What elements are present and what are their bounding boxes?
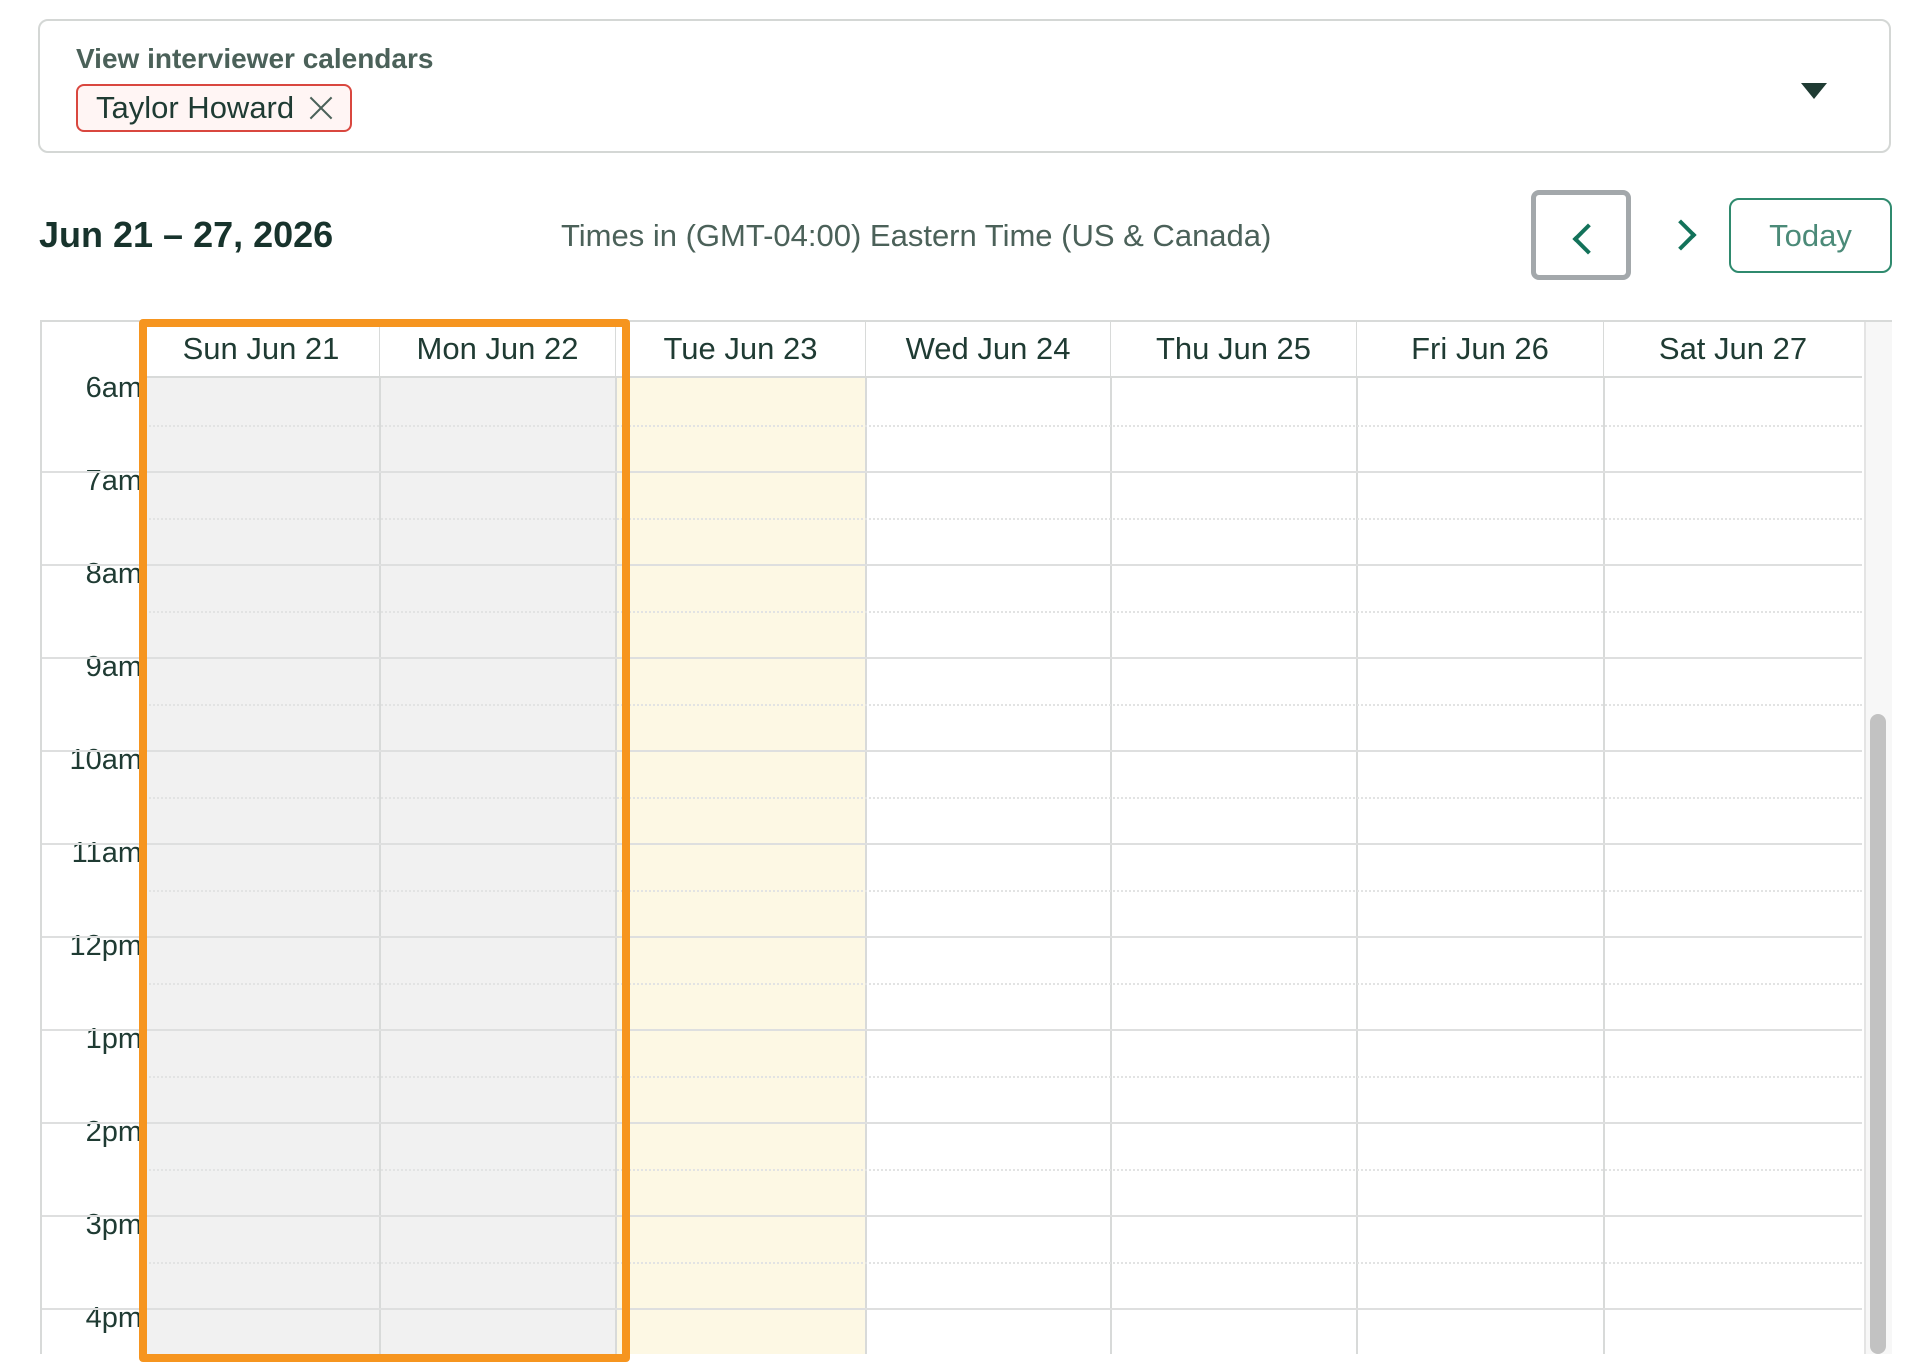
today-button[interactable]: Today — [1729, 198, 1892, 273]
hour-tick — [42, 1308, 142, 1310]
half-hour-gridline — [142, 1261, 1862, 1264]
half-hour-gridline — [142, 517, 1862, 520]
half-hour-gridline — [142, 1168, 1862, 1171]
time-label: 8am — [85, 558, 142, 590]
time-label: 4pm — [85, 1302, 142, 1334]
time-label: 9am — [85, 651, 142, 683]
half-hour-gridline — [142, 982, 1862, 985]
hour-tick — [42, 750, 142, 752]
hour-gridline — [142, 1122, 1862, 1124]
previous-week-button[interactable] — [1531, 190, 1631, 280]
interviewer-chip: Taylor Howard — [76, 84, 353, 132]
half-hour-gridline — [142, 1075, 1862, 1078]
day-header: Thu Jun 25 — [1110, 322, 1356, 376]
chevron-right-icon — [1665, 219, 1697, 251]
day-header: Mon Jun 22 — [379, 322, 615, 376]
day-header: Sat Jun 27 — [1603, 322, 1862, 376]
time-label: 3pm — [85, 1209, 142, 1241]
hour-tick — [42, 1122, 142, 1124]
hour-tick — [42, 471, 142, 473]
day-header: Tue Jun 23 — [615, 322, 865, 376]
half-hour-gridline — [142, 610, 1862, 613]
time-label: 2pm — [85, 1116, 142, 1148]
hour-gridline — [142, 750, 1862, 752]
close-icon[interactable] — [308, 95, 334, 121]
half-hour-gridline — [142, 424, 1862, 427]
week-calendar-grid[interactable]: Sun Jun 21 Mon Jun 22 Tue Jun 23 Wed Jun 24… — [40, 320, 1892, 1354]
hour-tick — [42, 564, 142, 566]
half-hour-gridline — [142, 703, 1862, 706]
hour-tick — [42, 936, 142, 938]
time-label: 7am — [85, 465, 142, 497]
hour-gridline — [142, 471, 1862, 473]
time-label: 12pm — [69, 930, 142, 962]
time-label: 6am — [85, 372, 142, 404]
date-range-title: Jun 21 – 27, 2026 — [39, 214, 334, 255]
day-column[interactable] — [1356, 378, 1603, 1354]
day-column[interactable] — [1110, 378, 1356, 1354]
chevron-left-icon — [1572, 223, 1604, 255]
hour-tick — [42, 1029, 142, 1031]
next-week-button[interactable] — [1650, 200, 1720, 270]
half-hour-gridline — [142, 796, 1862, 799]
hour-tick — [42, 657, 142, 659]
filter-label: View interviewer calendars — [76, 43, 434, 74]
hour-gridline — [142, 657, 1862, 659]
day-header-row: Sun Jun 21 Mon Jun 22 Tue Jun 23 Wed Jun 24… — [142, 322, 1862, 378]
timezone-label: Times in (GMT-04:00) Eastern Time (US & … — [561, 218, 1272, 253]
day-column[interactable] — [142, 378, 379, 1354]
day-column[interactable] — [865, 378, 1110, 1354]
day-header: Wed Jun 24 — [865, 322, 1110, 376]
hour-gridline — [142, 1308, 1862, 1310]
interviewer-calendar-filter[interactable]: View interviewer calendars Taylor Howard — [38, 19, 1891, 153]
hour-gridline — [142, 936, 1862, 938]
half-hour-gridline — [142, 889, 1862, 892]
time-label: 1pm — [85, 1023, 142, 1055]
hour-gridline — [142, 843, 1862, 845]
hour-gridline — [142, 1029, 1862, 1031]
hour-tick — [42, 843, 142, 845]
time-label: 10am — [69, 744, 142, 776]
hour-gridline — [142, 564, 1862, 566]
hour-tick — [42, 1215, 142, 1217]
caret-down-icon[interactable] — [1801, 83, 1827, 99]
hour-gridline — [142, 1215, 1862, 1217]
day-column[interactable] — [615, 378, 865, 1354]
day-column[interactable] — [379, 378, 615, 1354]
day-header: Sun Jun 21 — [142, 322, 379, 376]
interviewer-chip-label: Taylor Howard — [96, 90, 295, 125]
scrollbar-thumb[interactable] — [1870, 714, 1886, 1354]
day-header: Fri Jun 26 — [1356, 322, 1603, 376]
time-label: 11am — [71, 837, 142, 869]
day-column[interactable] — [1603, 378, 1862, 1354]
